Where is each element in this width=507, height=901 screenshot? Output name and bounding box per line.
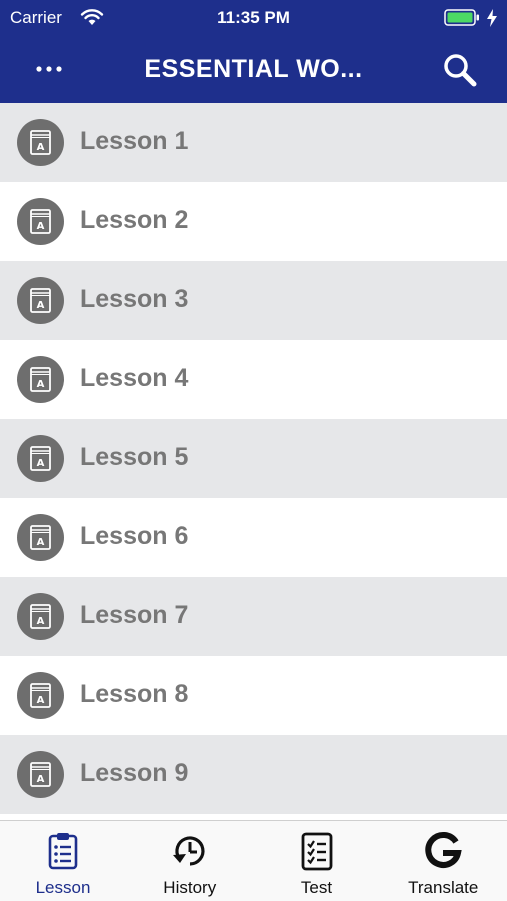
more-options-icon[interactable] xyxy=(30,54,68,84)
lesson-label: Lesson 5 xyxy=(80,443,189,471)
lesson-label: Lesson 1 xyxy=(80,127,189,155)
lesson-item[interactable]: A Lesson 8 xyxy=(0,656,507,735)
tab-label: History xyxy=(163,878,217,897)
tab-label: Translate xyxy=(408,878,479,897)
svg-text:A: A xyxy=(37,695,45,706)
lesson-list: A Lesson 1 A Lesson 2 A Lesson 3 A Lesson 4 A Les… xyxy=(0,103,507,820)
book-icon: A xyxy=(30,446,51,471)
lesson-label: Lesson 8 xyxy=(80,680,189,708)
svg-text:A: A xyxy=(37,537,45,548)
lesson-badge: A xyxy=(17,277,64,324)
search-icon[interactable] xyxy=(440,50,480,90)
status-bar: Carrier 11:35 PM xyxy=(0,0,507,36)
battery-icon xyxy=(444,9,479,26)
svg-text:A: A xyxy=(37,300,45,311)
lesson-item[interactable]: A Lesson 1 xyxy=(0,103,507,182)
book-icon: A xyxy=(30,367,51,392)
lesson-badge: A xyxy=(17,672,64,719)
book-icon: A xyxy=(30,130,51,155)
page-title: ESSENTIAL WO... xyxy=(144,55,363,83)
book-icon: A xyxy=(30,525,51,550)
svg-text:A: A xyxy=(37,774,45,785)
lesson-label: Lesson 6 xyxy=(80,522,189,550)
lesson-label: Lesson 4 xyxy=(80,364,189,392)
lesson-item[interactable]: A Lesson 4 xyxy=(0,340,507,419)
lesson-label: Lesson 2 xyxy=(80,206,189,234)
tab-label: Test xyxy=(300,878,333,897)
clock: 11:35 PM xyxy=(217,8,290,27)
lesson-badge: A xyxy=(17,593,64,640)
svg-text:A: A xyxy=(37,221,45,232)
svg-text:A: A xyxy=(37,142,45,153)
lesson-badge: A xyxy=(17,435,64,482)
lesson-label: Lesson 3 xyxy=(80,285,189,313)
book-icon: A xyxy=(30,209,51,234)
lesson-item[interactable]: A Lesson 6 xyxy=(0,498,507,577)
tab-lesson[interactable]: Lesson xyxy=(0,821,126,901)
lesson-badge: A xyxy=(17,198,64,245)
book-icon: A xyxy=(30,604,51,629)
lesson-badge: A xyxy=(17,514,64,561)
app-header: Carrier 11:35 PM ESSENTIAL WO... xyxy=(0,0,507,103)
book-icon: A xyxy=(30,288,51,313)
lesson-item[interactable]: A Lesson 2 xyxy=(0,182,507,261)
lesson-item[interactable]: A Lesson 9 xyxy=(0,735,507,814)
svg-text:A: A xyxy=(37,379,45,390)
lesson-badge: A xyxy=(17,751,64,798)
svg-text:A: A xyxy=(37,616,45,627)
lesson-item[interactable]: A Lesson 3 xyxy=(0,261,507,340)
nav-bar: ESSENTIAL WO... xyxy=(0,36,507,103)
tab-translate[interactable]: Translate xyxy=(380,821,506,901)
tab-bar: Lesson History Test Translate xyxy=(0,820,507,901)
lesson-item[interactable]: A Lesson 7 xyxy=(0,577,507,656)
lesson-label: Lesson 7 xyxy=(80,601,189,629)
book-icon: A xyxy=(30,762,51,787)
lesson-badge: A xyxy=(17,119,64,166)
charging-icon xyxy=(487,9,497,27)
svg-text:A: A xyxy=(37,458,45,469)
tab-history[interactable]: History xyxy=(127,821,253,901)
tab-test[interactable]: Test xyxy=(254,821,380,901)
lesson-label: Lesson 9 xyxy=(80,759,189,787)
book-icon: A xyxy=(30,683,51,708)
lesson-badge: A xyxy=(17,356,64,403)
tab-label: Lesson xyxy=(35,878,91,897)
lesson-item[interactable]: A Lesson 5 xyxy=(0,419,507,498)
